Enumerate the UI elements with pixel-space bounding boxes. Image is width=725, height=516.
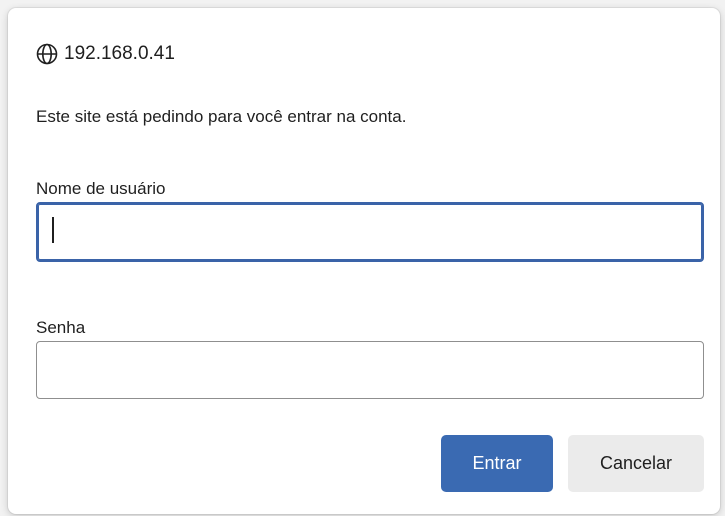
origin-text: 192.168.0.41 bbox=[64, 43, 175, 64]
sign-in-message: Este site está pedindo para você entrar … bbox=[36, 107, 407, 126]
sign-in-dialog: 192.168.0.41 Este site está pedindo para… bbox=[8, 8, 720, 514]
username-input[interactable] bbox=[36, 202, 704, 262]
text-caret bbox=[52, 217, 54, 243]
password-input[interactable] bbox=[36, 341, 704, 399]
cancel-button[interactable]: Cancelar bbox=[568, 435, 704, 492]
globe-icon bbox=[36, 43, 58, 65]
password-label: Senha bbox=[36, 318, 86, 337]
sign-in-button[interactable]: Entrar bbox=[441, 435, 553, 492]
username-label: Nome de usuário bbox=[36, 179, 166, 198]
site-origin: 192.168.0.41 bbox=[36, 42, 175, 66]
